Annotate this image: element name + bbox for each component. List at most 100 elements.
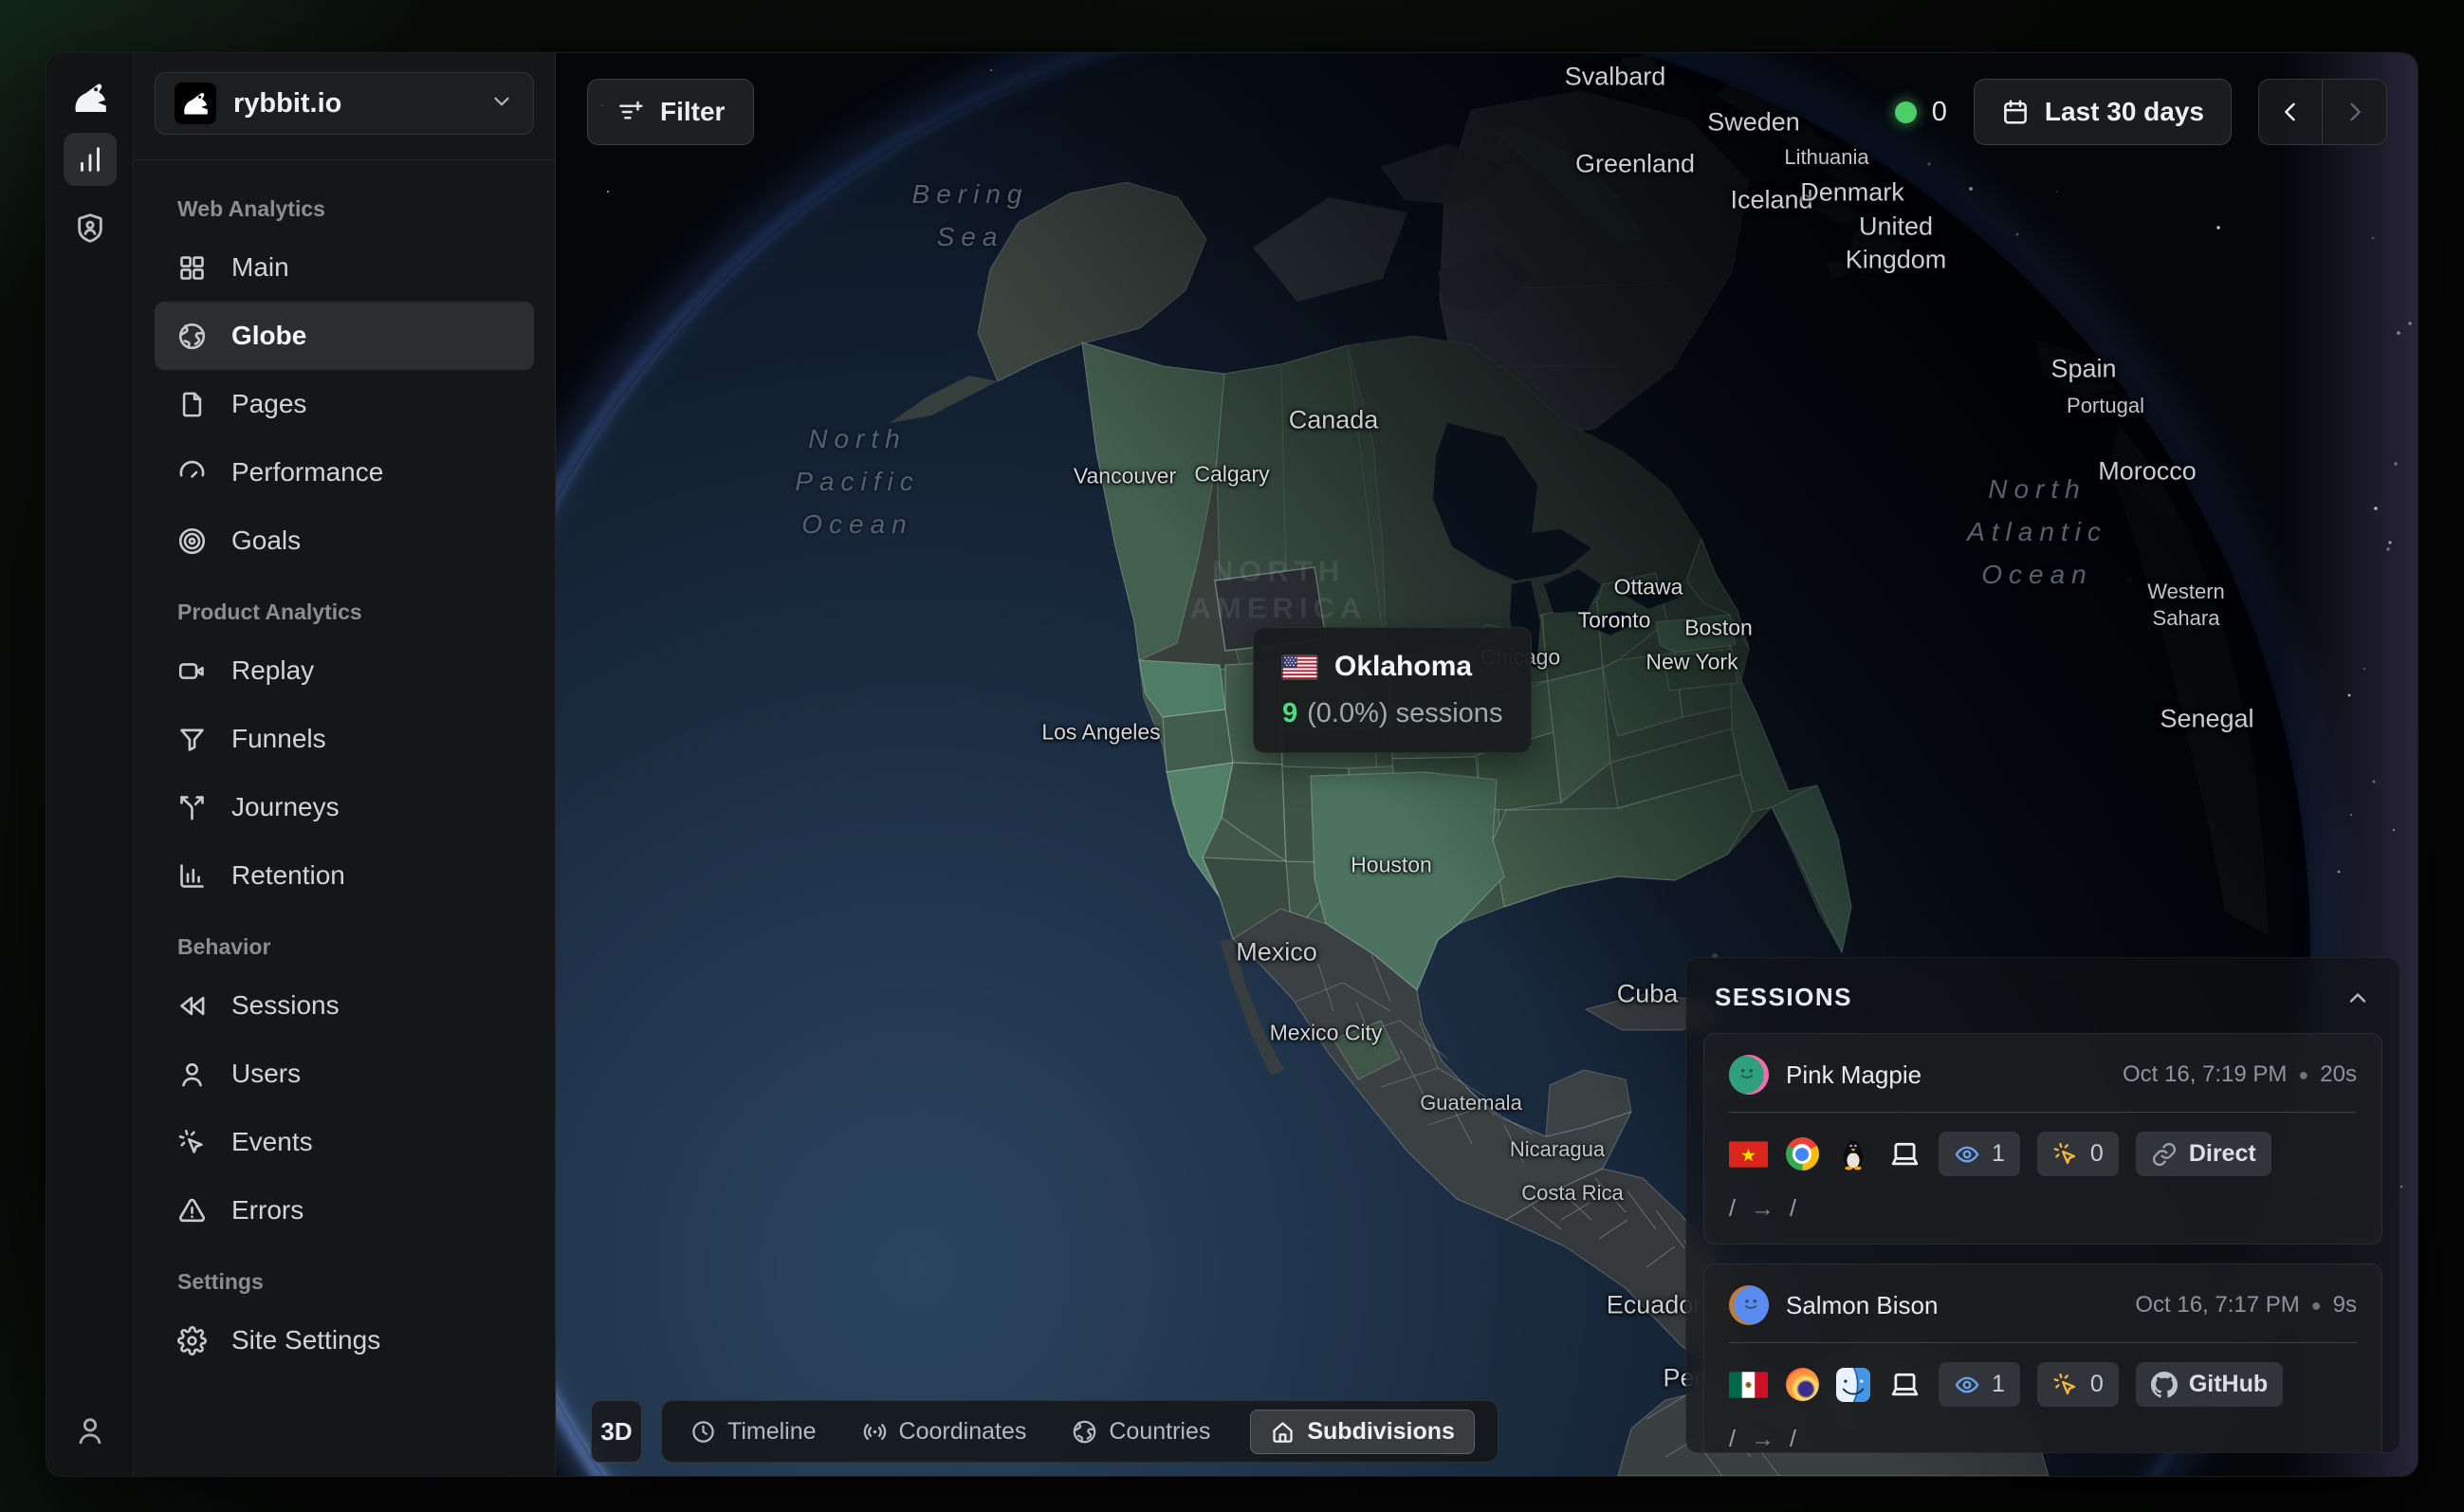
sidebar-item-replay[interactable]: Replay: [155, 636, 534, 705]
us-flag-icon: [1282, 655, 1317, 679]
target-icon: [177, 526, 207, 556]
sidebar-item-sessions[interactable]: Sessions: [155, 971, 534, 1040]
sidebar-item-site-settings[interactable]: Site Settings: [155, 1306, 534, 1374]
sidebar-nav: Web AnalyticsMainGlobePagesPerformanceGo…: [134, 160, 555, 1397]
desktop-background: rybbit.io Web AnalyticsMainGlobePagesPer…: [0, 0, 2464, 1512]
sidebar-item-label: Performance: [231, 457, 383, 488]
user-round-icon: [177, 1060, 207, 1089]
map-view-label: Timeline: [727, 1418, 817, 1446]
sidebar: rybbit.io Web AnalyticsMainGlobePagesPer…: [134, 53, 556, 1476]
map-view-subdivisions[interactable]: Subdivisions: [1250, 1410, 1475, 1454]
filter-icon: [616, 98, 645, 126]
sidebar-item-label: Replay: [231, 655, 314, 686]
session-time: Oct 16, 7:17 PM: [2135, 1292, 2299, 1318]
session-avatar: [1729, 1285, 1769, 1325]
filter-button[interactable]: Filter: [587, 79, 754, 145]
sidebar-item-label: Users: [231, 1059, 301, 1089]
session-meta: Oct 16, 7:17 PM●9s: [2135, 1292, 2357, 1318]
rail-analytics-button[interactable]: [64, 133, 117, 186]
referrer-badge[interactable]: GitHub: [2136, 1362, 2283, 1407]
sidebar-item-journeys[interactable]: Journeys: [155, 773, 534, 841]
sidebar-item-label: Sessions: [231, 990, 340, 1021]
next-period-button[interactable]: [2323, 80, 2386, 144]
eye-icon: [1954, 1141, 1980, 1168]
map-view-countries[interactable]: Countries: [1066, 1411, 1216, 1453]
sidebar-item-goals[interactable]: Goals: [155, 507, 534, 575]
link-icon: [2151, 1141, 2178, 1168]
pointer-click-icon: [177, 1128, 207, 1157]
chevron-right-icon: [2342, 99, 2368, 125]
chrome-browser-icon: [1785, 1137, 1819, 1171]
session-name: Pink Magpie: [1786, 1060, 2105, 1090]
sidebar-item-events[interactable]: Events: [155, 1108, 534, 1176]
funnel-icon: [177, 725, 207, 754]
map-view-switcher: Timeline Coordinates Countries Subdivisions: [661, 1400, 1499, 1463]
dot-separator: ●: [2298, 1065, 2308, 1085]
sidebar-item-users[interactable]: Users: [155, 1040, 534, 1108]
session-duration: 20s: [2320, 1061, 2357, 1088]
3d-mode-button[interactable]: 3D: [591, 1400, 642, 1463]
alert-triangle-icon: [177, 1196, 207, 1226]
grid-icon: [177, 253, 207, 283]
earth-icon: [1072, 1419, 1097, 1445]
map-view-timeline[interactable]: Timeline: [685, 1411, 822, 1453]
sidebar-item-retention[interactable]: Retention: [155, 841, 534, 910]
sessions-panel: SESSIONS Pink MagpieOct 16, 7:19 PM●20s1…: [1685, 957, 2400, 1453]
map-view-label: Subdivisions: [1307, 1418, 1455, 1446]
arrow-right-icon: →: [1751, 1426, 1774, 1453]
path-to: /: [1790, 1426, 1796, 1453]
referrer-badge[interactable]: Direct: [2136, 1132, 2271, 1176]
live-count: 0: [1932, 97, 1947, 128]
workspace-logo-icon: [175, 83, 216, 124]
map-view-coordinates[interactable]: Coordinates: [856, 1411, 1033, 1453]
rybbit-logo-icon: [70, 78, 110, 118]
date-range-label: Last 30 days: [2045, 97, 2204, 127]
sidebar-item-performance[interactable]: Performance: [155, 438, 534, 507]
dot-separator: ●: [2311, 1296, 2322, 1316]
map-view-label: Countries: [1109, 1418, 1210, 1446]
rewind-icon: [177, 991, 207, 1021]
gear-icon: [177, 1326, 207, 1355]
collapse-panel-button[interactable]: [2344, 985, 2371, 1011]
pointer-click-icon: [2052, 1141, 2079, 1168]
clock-icon: [690, 1419, 716, 1445]
sidebar-item-pages[interactable]: Pages: [155, 370, 534, 438]
video-icon: [177, 656, 207, 686]
macos-os-icon: [1836, 1368, 1870, 1402]
path-from: /: [1729, 1195, 1736, 1223]
radio-icon: [862, 1419, 888, 1445]
sidebar-item-label: Main: [231, 252, 289, 283]
sidebar-item-main[interactable]: Main: [155, 233, 534, 302]
eye-icon: [1954, 1372, 1980, 1398]
pointer-click-icon: [2052, 1372, 2079, 1398]
split-icon: [177, 793, 207, 822]
app-window: rybbit.io Web AnalyticsMainGlobePagesPer…: [46, 52, 2418, 1477]
session-card[interactable]: Salmon BisonOct 16, 7:17 PM●9s10GitHub/→…: [1703, 1263, 2382, 1453]
map-view-label: Coordinates: [899, 1418, 1027, 1446]
firefox-browser-icon: [1785, 1368, 1819, 1402]
sidebar-item-errors[interactable]: Errors: [155, 1176, 534, 1245]
chevron-down-icon: [489, 89, 514, 119]
session-path: /→/: [1729, 1426, 2357, 1453]
sidebar-item-funnels[interactable]: Funnels: [155, 705, 534, 773]
sidebar-item-label: Goals: [231, 526, 301, 556]
sidebar-item-label: Funnels: [231, 724, 326, 754]
sidebar-item-label: Retention: [231, 860, 345, 891]
sidebar-item-globe[interactable]: Globe: [155, 302, 534, 370]
date-range-button[interactable]: Last 30 days: [1974, 79, 2232, 145]
rail-account-button[interactable]: [74, 1414, 106, 1451]
workspace-selector[interactable]: rybbit.io: [155, 72, 534, 135]
rail-admin-button[interactable]: [64, 201, 117, 254]
filter-label: Filter: [660, 97, 725, 127]
icon-rail: [46, 53, 134, 1476]
nav-section-label: Settings: [177, 1269, 555, 1295]
sidebar-item-label: Pages: [231, 389, 306, 419]
laptop-icon: [1887, 1137, 1922, 1171]
session-card[interactable]: Pink MagpieOct 16, 7:19 PM●20s10Direct/→…: [1703, 1033, 2382, 1245]
previous-period-button[interactable]: [2259, 80, 2323, 144]
session-meta: Oct 16, 7:19 PM●20s: [2123, 1061, 2357, 1088]
tooltip-session-text: (0.0%) sessions: [1307, 698, 1502, 728]
mx-flag-icon: [1729, 1372, 1768, 1398]
nav-section-label: Product Analytics: [177, 599, 555, 625]
laptop-icon: [1887, 1368, 1922, 1402]
